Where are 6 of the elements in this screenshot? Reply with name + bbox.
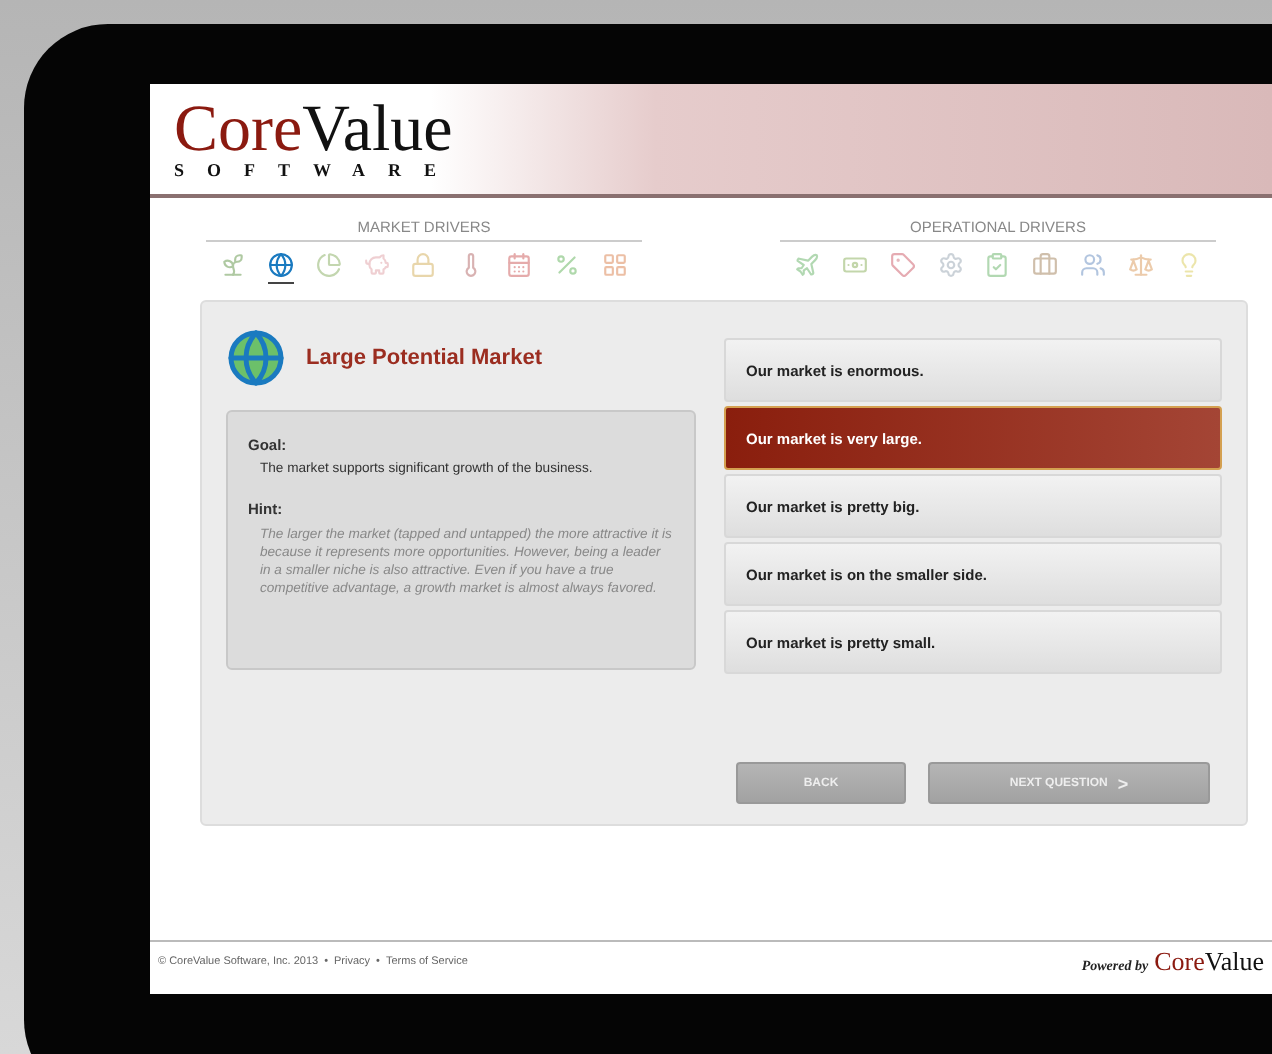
logo-wordmark: CoreValue bbox=[174, 99, 455, 159]
question-title: Large Potential Market bbox=[306, 346, 542, 370]
globe-icon bbox=[226, 328, 286, 388]
globe-icon[interactable] bbox=[267, 252, 294, 284]
footer-logo: CoreValue bbox=[1154, 946, 1264, 978]
logo-subtitle: SOFTWARE bbox=[174, 159, 460, 179]
